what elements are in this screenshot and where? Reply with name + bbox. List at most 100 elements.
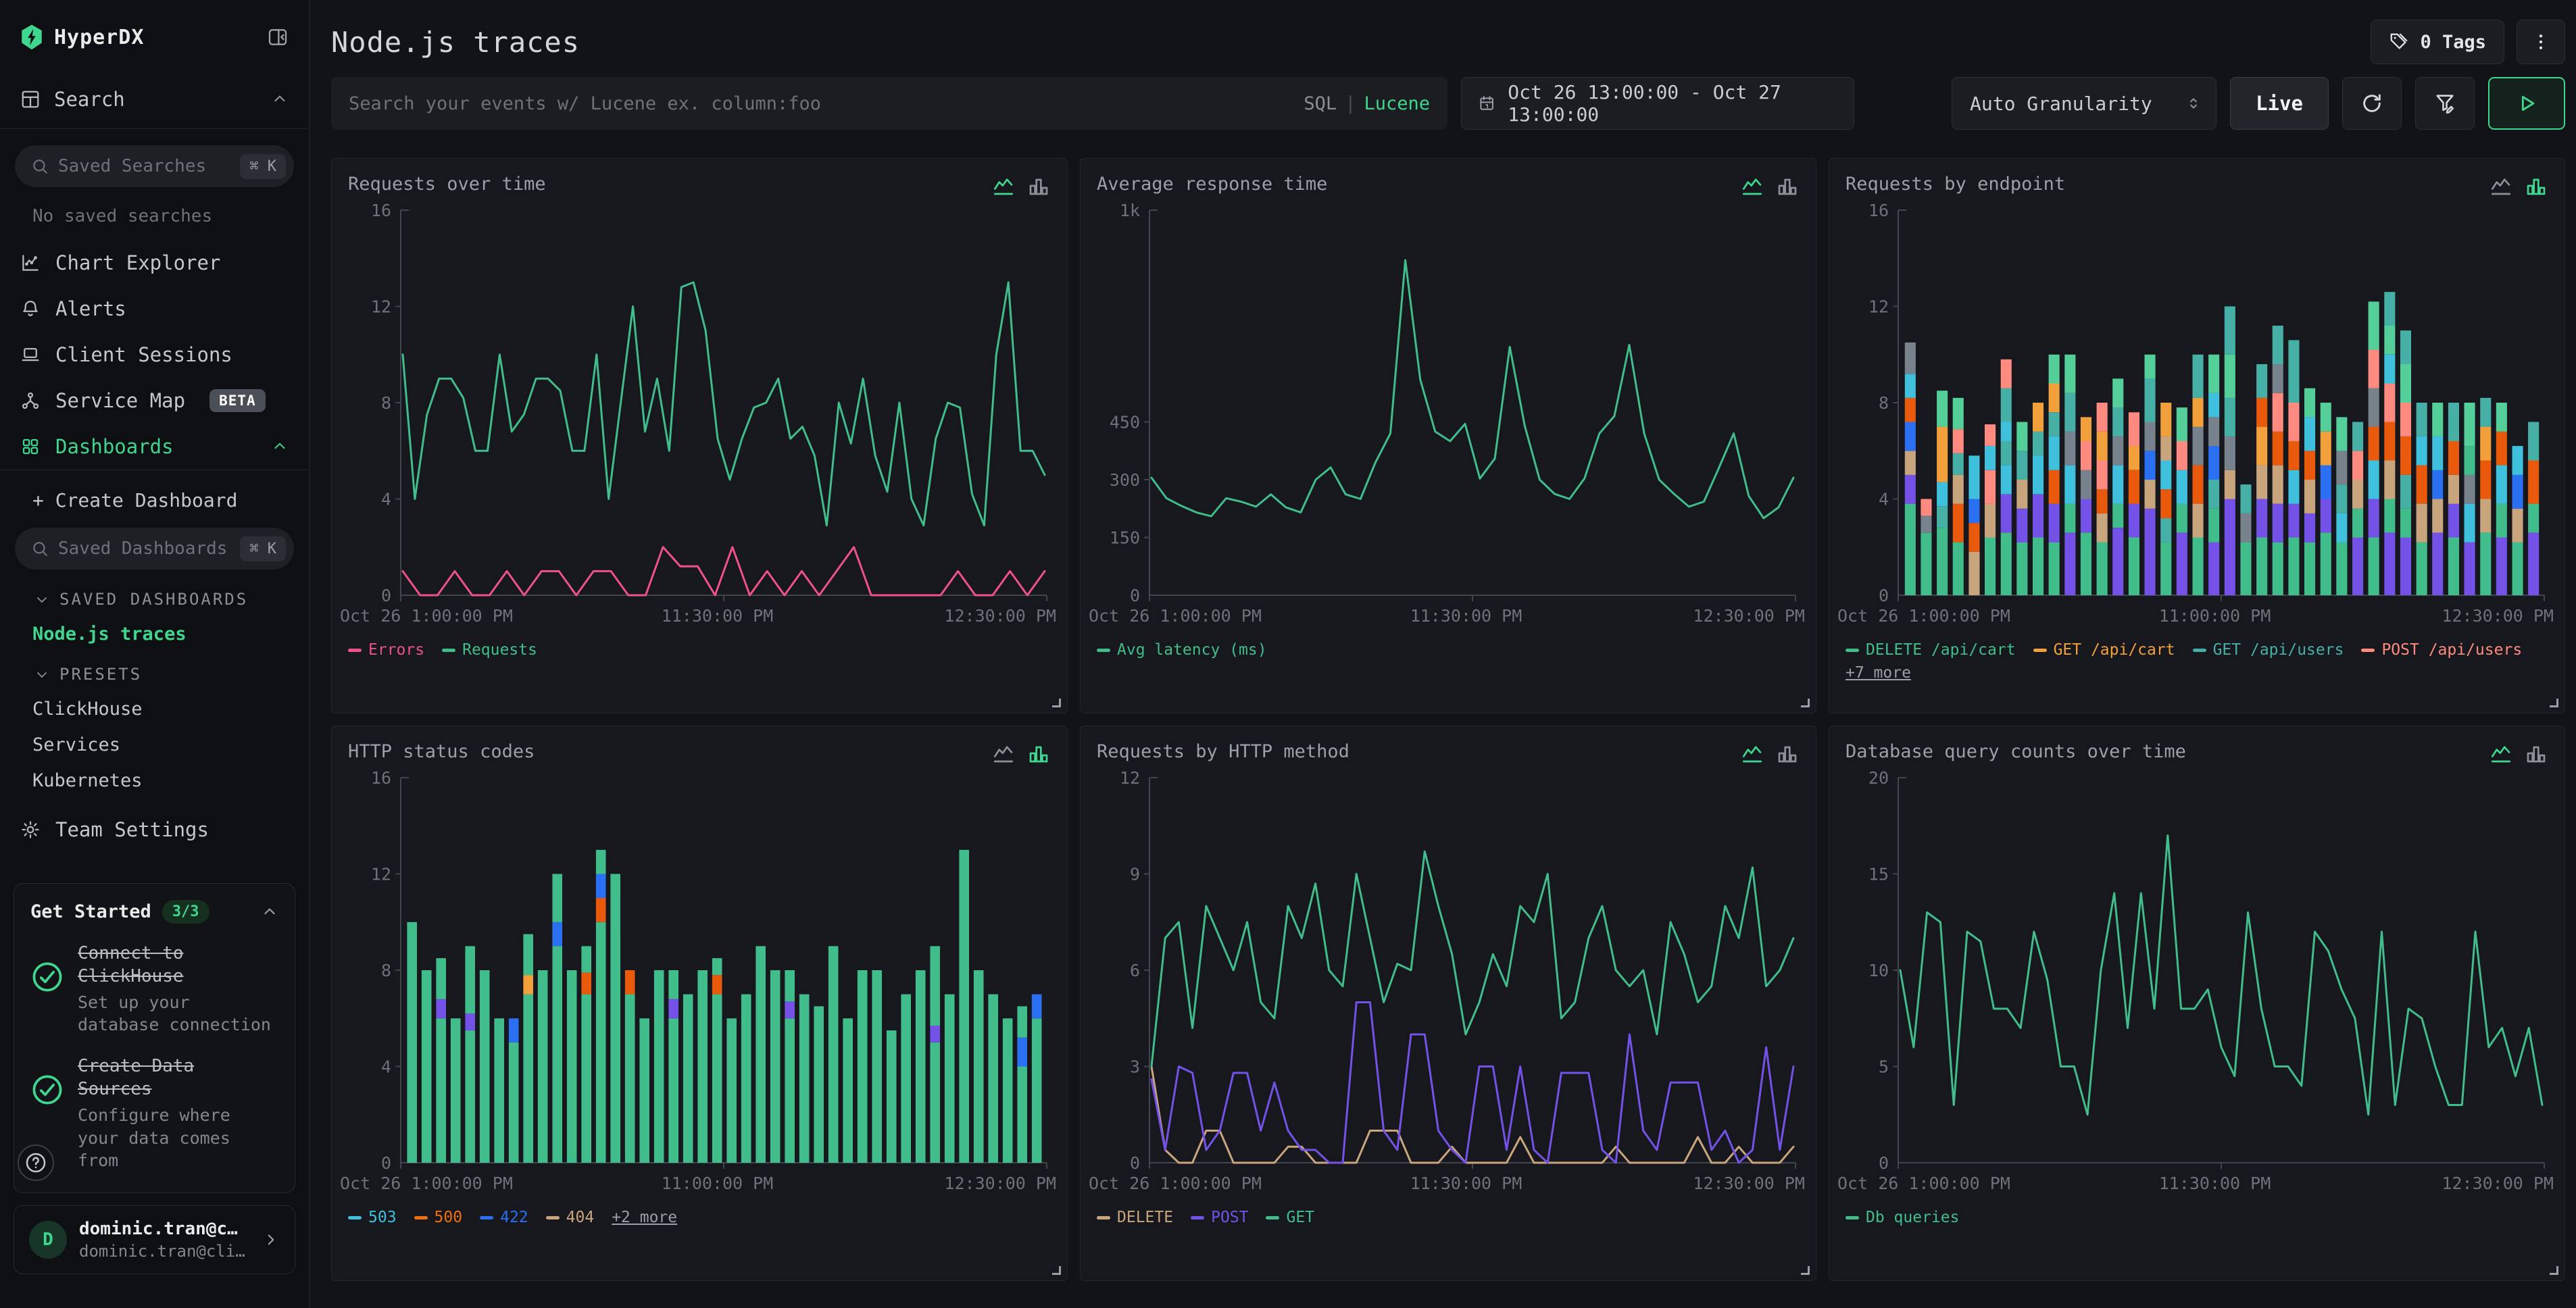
sidebar-item-team-settings[interactable]: Team Settings (0, 791, 309, 841)
bar-chart-icon[interactable] (1026, 174, 1051, 198)
dashboard-item-node-js-traces[interactable]: Node.js traces (0, 609, 309, 645)
legend-swatch (2361, 649, 2375, 652)
legend-item[interactable]: POST (1191, 1209, 1248, 1226)
legend-item[interactable]: GET /api/users (2193, 641, 2344, 659)
x-axis-label: 11:00:00 PM (662, 1174, 774, 1193)
granularity-select[interactable]: Auto Granularity (1952, 77, 2216, 130)
run-query-button[interactable] (2488, 77, 2565, 130)
tags-icon (2389, 32, 2409, 52)
filter-button[interactable] (2415, 77, 2475, 130)
get-started-item[interactable]: Create Data SourcesConfigure where your … (30, 1055, 278, 1172)
legend-item[interactable]: POST /api/users (2361, 641, 2522, 659)
dashboard-item-clickhouse[interactable]: ClickHouse (0, 684, 309, 720)
group-header-saved-dashboards[interactable]: SAVED DASHBOARDS (0, 570, 309, 609)
get-started-progress-badge: 3/3 (162, 900, 209, 924)
svg-text:450: 450 (1110, 413, 1140, 432)
svg-text:4: 4 (381, 1057, 391, 1077)
legend-label: Errors (368, 641, 424, 659)
event-search-input[interactable]: Search your events w/ Lucene ex. column:… (331, 77, 1447, 130)
legend-item[interactable]: DELETE /api/cart (1846, 641, 2016, 659)
get-started-item-description: Set up your database connection (78, 991, 278, 1037)
line-chart-icon[interactable] (1740, 741, 1764, 765)
refresh-button[interactable] (2342, 77, 2402, 130)
service-map-icon (20, 391, 41, 411)
user-menu[interactable]: D dominic.tran@c… dominic.tran@cli… (14, 1205, 295, 1274)
help-button[interactable] (18, 1144, 54, 1181)
sidebar-nav: Chart ExplorerAlertsClient SessionsServi… (0, 240, 309, 470)
bar-chart-icon[interactable] (1026, 741, 1051, 765)
get-started-item[interactable]: Connect to ClickHouseSet up your databas… (30, 942, 278, 1036)
panel-resize-handle[interactable] (1052, 1266, 1061, 1275)
sidebar-item-alerts[interactable]: Alerts (0, 286, 309, 332)
sidebar-item-service-map[interactable]: Service MapBETA (0, 378, 309, 424)
panel-resize-handle[interactable] (1801, 699, 1810, 707)
legend-swatch (348, 1216, 362, 1219)
dashboard-groups: SAVED DASHBOARDSNode.js tracesPRESETSCli… (0, 570, 309, 791)
bell-icon (20, 299, 41, 319)
play-icon (2515, 92, 2538, 115)
legend-label: DELETE (1117, 1209, 1173, 1226)
sidebar-item-search[interactable]: Search (0, 74, 309, 129)
sidebar-item-label: Dashboards (55, 435, 174, 458)
chart-panel-average-response-time: Average response time01503004501kOct 26 … (1080, 158, 1816, 713)
legend-more-link[interactable]: +7 more (1846, 664, 1911, 682)
saved-searches-input[interactable]: Saved Searches ⌘ K (15, 145, 294, 187)
legend-more-link[interactable]: +2 more (612, 1209, 677, 1226)
dashboard-item-kubernetes[interactable]: Kubernetes (0, 755, 309, 791)
legend-item[interactable]: 422 (480, 1209, 528, 1226)
panel-resize-handle[interactable] (2550, 1266, 2558, 1275)
saved-dashboards-input[interactable]: Saved Dashboards ⌘ K (15, 528, 294, 570)
get-started-header[interactable]: Get Started 3/3 (30, 900, 278, 924)
legend-item[interactable]: Errors (348, 641, 424, 659)
x-axis-label: 11:30:00 PM (1410, 606, 1522, 626)
legend-swatch (480, 1216, 493, 1219)
legend-item[interactable]: Avg latency (ms) (1097, 641, 1267, 659)
chart-panel-database-query-counts-over-time: Database query counts over time05101520O… (1829, 726, 2565, 1281)
line-chart-icon[interactable] (1740, 174, 1764, 198)
line-chart-icon[interactable] (2489, 741, 2513, 765)
legend-item[interactable]: 404 (546, 1209, 595, 1226)
user-email: dominic.tran@cli… (79, 1242, 245, 1261)
live-button[interactable]: Live (2230, 77, 2329, 130)
legend-label: Requests (462, 641, 537, 659)
bar-chart-icon[interactable] (1775, 741, 1800, 765)
query-language-toggle[interactable]: SQL|Lucene (1304, 93, 1430, 114)
saved-dashboards-placeholder: Saved Dashboards (58, 538, 227, 559)
legend-swatch (414, 1216, 428, 1219)
legend-item[interactable]: 500 (414, 1209, 463, 1226)
panel-resize-handle[interactable] (2550, 699, 2558, 707)
legend-item[interactable]: Db queries (1846, 1209, 1959, 1226)
group-header-presets[interactable]: PRESETS (0, 645, 309, 684)
dashboard-item-services[interactable]: Services (0, 720, 309, 755)
brand-row: HyperDX (0, 0, 309, 74)
sidebar-collapse-icon[interactable] (267, 26, 289, 48)
legend-item[interactable]: GET (1266, 1209, 1314, 1226)
dashboard-menu-button[interactable] (2517, 20, 2565, 64)
chart-canvas: 0481216 (348, 198, 1052, 602)
create-dashboard-button[interactable]: + Create Dashboard (0, 470, 309, 511)
legend-swatch (1097, 1216, 1110, 1219)
legend-item[interactable]: DELETE (1097, 1209, 1173, 1226)
x-axis-label: 12:30:00 PM (1693, 1174, 1805, 1193)
line-chart-icon[interactable] (991, 741, 1016, 765)
legend-item[interactable]: 503 (348, 1209, 397, 1226)
chart-legend: DELETE POST GET (1097, 1209, 1800, 1226)
line-chart-icon[interactable] (2489, 174, 2513, 198)
bar-chart-icon[interactable] (2524, 174, 2548, 198)
date-range-picker[interactable]: Oct 26 13:00:00 - Oct 27 13:00:00 (1461, 77, 1854, 130)
sidebar-item-client-sessions[interactable]: Client Sessions (0, 332, 309, 378)
sidebar-item-chart-explorer[interactable]: Chart Explorer (0, 240, 309, 286)
legend-label: POST /api/users (2381, 641, 2522, 659)
panel-resize-handle[interactable] (1052, 699, 1061, 707)
bar-chart-icon[interactable] (1775, 174, 1800, 198)
legend-item[interactable]: GET /api/cart (2033, 641, 2175, 659)
legend-item[interactable]: Requests (442, 641, 537, 659)
x-axis-label: 12:30:00 PM (2442, 606, 2554, 626)
line-chart-icon[interactable] (991, 174, 1016, 198)
bar-chart-icon[interactable] (2524, 741, 2548, 765)
sidebar-item-dashboards[interactable]: Dashboards (0, 424, 309, 470)
svg-text:16: 16 (371, 201, 391, 220)
chart-title: Requests by endpoint (1846, 174, 2065, 195)
tags-button[interactable]: 0 Tags (2371, 20, 2504, 64)
panel-resize-handle[interactable] (1801, 1266, 1810, 1275)
